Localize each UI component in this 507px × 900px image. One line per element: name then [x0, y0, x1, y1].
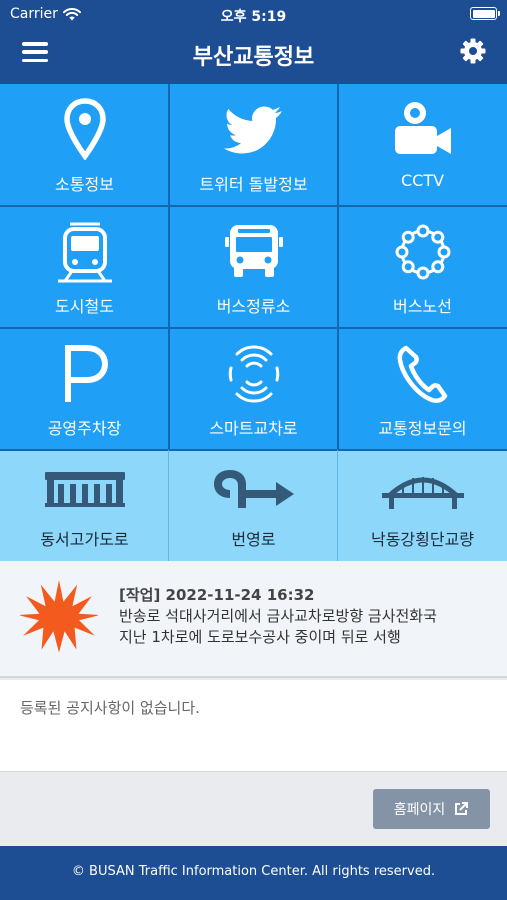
grid-divider: [337, 450, 338, 561]
incident-panel[interactable]: [작업] 2022-11-24 16:32 반송로 석대사거리에서 금사교차로방…: [0, 561, 507, 678]
route-circle-icon: [395, 224, 450, 280]
footer: © BUSAN Traffic Information Center. All …: [0, 846, 507, 900]
tile-label: 버스정류소: [216, 297, 291, 316]
notice-message: 등록된 공지사항이 없습니다.: [20, 699, 200, 717]
notice-panel: 등록된 공지사항이 없습니다.: [0, 680, 507, 772]
tile-smart-intersection[interactable]: 스마트교차로: [169, 328, 338, 450]
battery-icon: [470, 7, 500, 20]
tile-dongseo-expressway[interactable]: 동서고가도로: [0, 450, 169, 561]
grid-divider: [337, 84, 339, 450]
grid-divider: [0, 449, 507, 451]
page-title: 부산교통정보: [192, 45, 315, 70]
road-arrow-icon: [213, 470, 294, 508]
tile-cctv[interactable]: CCTV: [338, 84, 507, 206]
nav-bar: 부산교통정보: [0, 28, 507, 84]
tile-label: 버스노선: [393, 297, 452, 316]
map-pin-icon: [63, 98, 106, 160]
incident-line: 반송로 석대사거리에서 금사교차로방향 금사전화국: [119, 607, 437, 625]
status-bar: Carrier 오후 5:19: [0, 0, 507, 28]
tile-label: 도시철도: [55, 297, 114, 316]
tile-label: CCTV: [400, 171, 445, 190]
menu-grid: 소통정보 트위터 돌발정보 CCTV 도시철도 버스정류소 버스노선 공영주차장…: [0, 84, 507, 561]
tile-subway[interactable]: 도시철도: [0, 206, 169, 328]
gear-icon[interactable]: [459, 37, 487, 65]
homepage-label: 홈페이지: [393, 802, 446, 818]
tile-traffic-inquiry[interactable]: 교통정보문의: [338, 328, 507, 450]
parking-icon: [64, 345, 108, 402]
grid-divider: [168, 84, 170, 450]
tile-label: 스마트교차로: [209, 419, 298, 438]
phone-icon: [397, 345, 447, 404]
subway-train-icon: [57, 222, 112, 283]
grid-divider: [0, 205, 507, 207]
tile-label: 낙동강횡단교량: [370, 530, 475, 549]
bus-icon: [224, 225, 283, 277]
tile-twitter-incident[interactable]: 트위터 돌발정보: [169, 84, 338, 206]
elevated-road-icon: [44, 472, 125, 507]
external-link-icon: [455, 802, 469, 815]
tile-bus-stop[interactable]: 버스정류소: [169, 206, 338, 328]
tile-bus-route[interactable]: 버스노선: [338, 206, 507, 328]
incident-title: [작업] 2022-11-24 16:32: [119, 586, 315, 604]
tile-label: 공영주차장: [47, 419, 122, 438]
grid-divider: [168, 450, 169, 561]
homepage-button[interactable]: 홈페이지: [373, 789, 490, 829]
tile-nakdong-bridge[interactable]: 낙동강횡단교량: [338, 450, 507, 561]
incident-line: 지난 1차로에 도로보수공사 중이며 뒤로 서행: [119, 628, 401, 646]
tile-beonyeong-road[interactable]: 번영로: [169, 450, 338, 561]
copyright-text: © BUSAN Traffic Information Center. All …: [71, 864, 436, 879]
clock: 오후 5:19: [220, 9, 287, 25]
tile-label: 번영로: [231, 530, 276, 549]
video-camera-icon: [394, 102, 451, 154]
tile-label: 교통정보문의: [378, 419, 467, 438]
tile-traffic-info[interactable]: 소통정보: [0, 84, 169, 206]
alert-burst-icon: [20, 580, 98, 653]
tile-label: 소통정보: [55, 175, 114, 194]
arch-bridge-icon: [381, 477, 464, 509]
tile-label: 동서고가도로: [40, 530, 129, 549]
tile-public-parking[interactable]: 공영주차장: [0, 328, 169, 450]
smart-signal-icon: [228, 345, 279, 403]
incident-text: [작업] 2022-11-24 16:32 반송로 석대사거리에서 금사교차로방…: [119, 585, 437, 648]
twitter-bird-icon: [223, 106, 282, 154]
homepage-area: 홈페이지: [0, 773, 507, 846]
grid-divider: [0, 327, 507, 329]
tile-label: 트위터 돌발정보: [199, 175, 308, 194]
